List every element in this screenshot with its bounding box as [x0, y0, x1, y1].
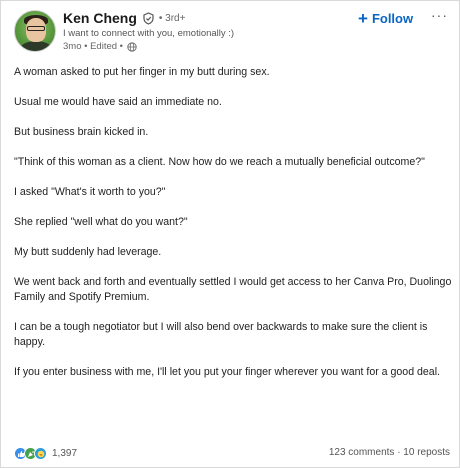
post-paragraph: My butt suddenly had leverage. — [14, 246, 162, 258]
social-counts: 1,397 123 comments · 10 reposts — [14, 447, 450, 463]
post-paragraph: But business brain kicked in. — [14, 126, 149, 138]
post-paragraph: She replied "well what do you want?" — [14, 216, 188, 228]
comments-reposts-link[interactable]: 123 comments · 10 reposts — [329, 447, 450, 458]
reaction-count: 1,397 — [52, 448, 78, 459]
more-options-button[interactable]: ··· — [431, 7, 448, 23]
post-paragraph: If you enter business with me, I'll let … — [14, 366, 441, 378]
post-paragraph: "Think of this woman as a client. Now ho… — [14, 156, 425, 168]
globe-icon — [127, 41, 137, 52]
post-card: Ken Cheng • 3rd+ I want to connect with … — [0, 0, 460, 468]
funny-icon — [34, 447, 47, 460]
post-body: A woman asked to put her finger in my bu… — [14, 65, 454, 395]
post-paragraph: I can be a tough negotiator but I will a… — [14, 321, 428, 348]
post-time: 3mo • Edited • — [63, 41, 123, 52]
author-line: Ken Cheng • 3rd+ — [63, 10, 185, 26]
avatar[interactable] — [14, 10, 56, 52]
follow-label: Follow — [371, 11, 414, 26]
post-paragraph: A woman asked to put her finger in my bu… — [14, 66, 270, 78]
plus-icon: + — [358, 9, 368, 28]
author-headline: I want to connect with you, emotionally … — [63, 28, 235, 39]
post-paragraph: Usual me would have said an immediate no… — [14, 96, 222, 108]
author-name[interactable]: Ken Cheng — [63, 10, 137, 26]
post-meta: 3mo • Edited • — [63, 41, 137, 52]
connection-degree: • 3rd+ — [158, 12, 186, 24]
post-paragraph: I asked "What's it worth to you?" — [14, 186, 166, 198]
post-paragraph: We went back and forth and eventually se… — [14, 276, 452, 303]
verified-icon — [142, 11, 155, 25]
post-header: Ken Cheng • 3rd+ I want to connect with … — [1, 1, 459, 59]
follow-button[interactable]: + Follow — [358, 10, 413, 27]
reactions-summary[interactable]: 1,397 — [14, 447, 77, 460]
